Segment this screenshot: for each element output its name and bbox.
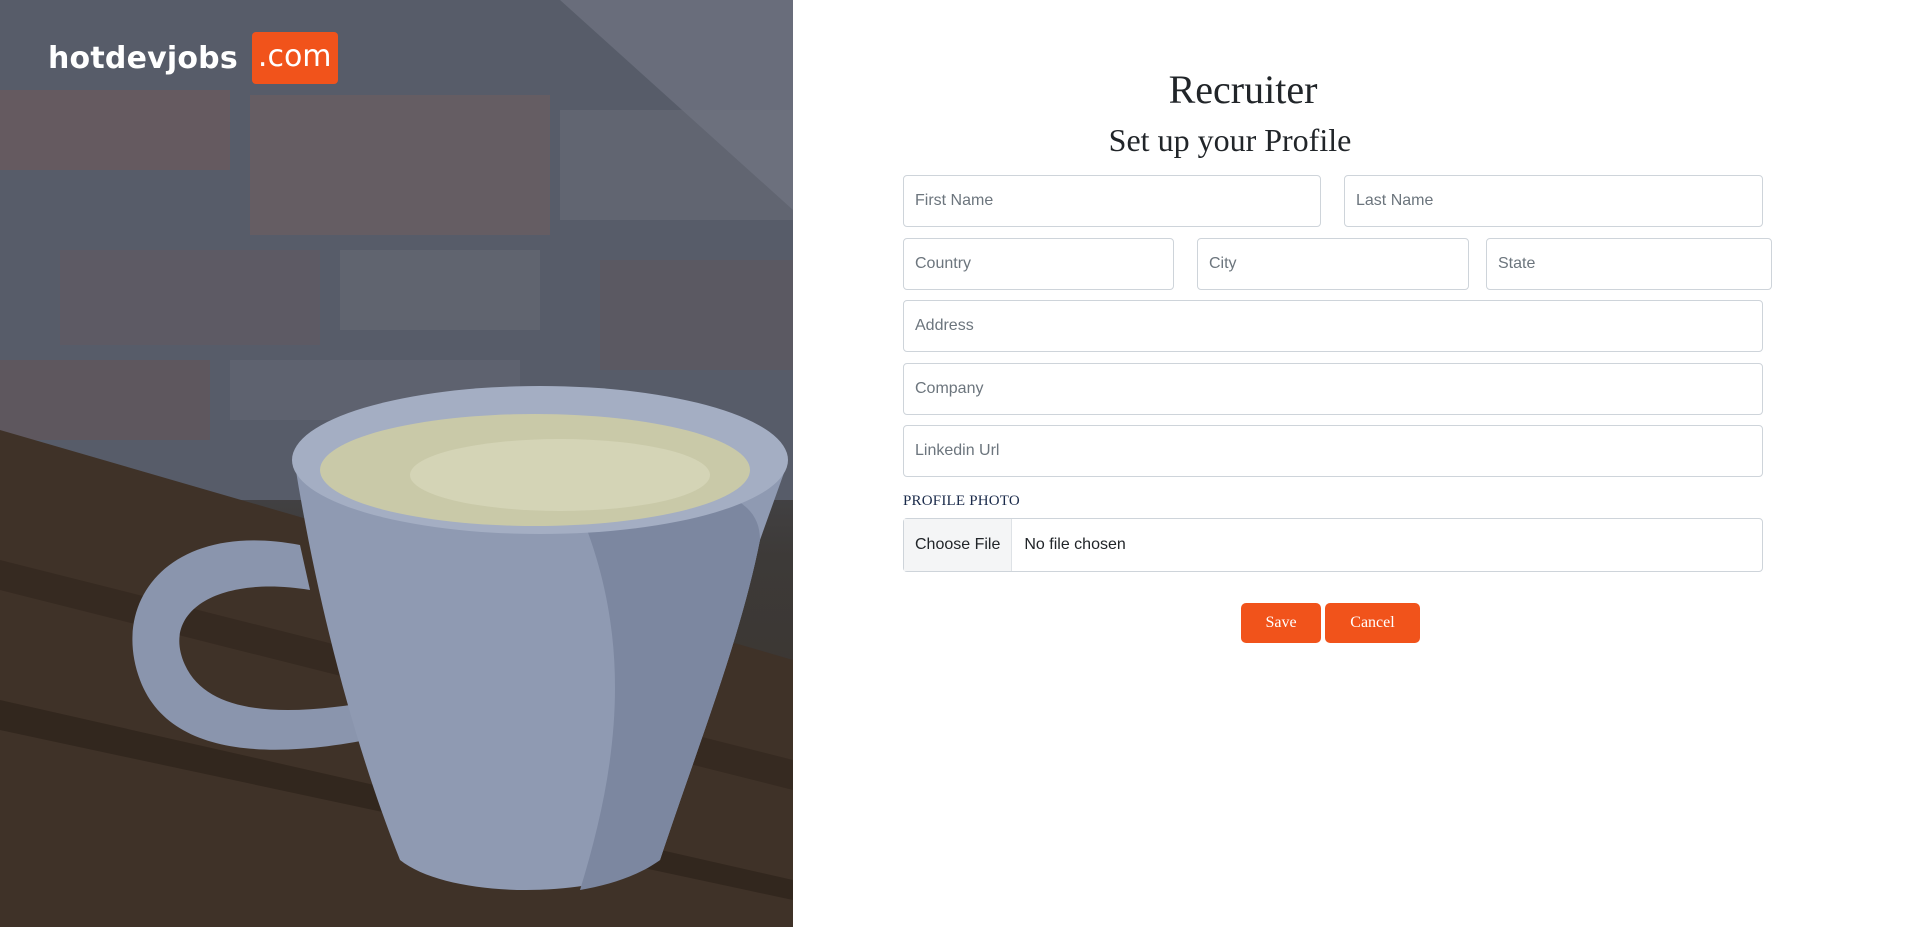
coffee-cup-photo [0,0,793,927]
page-title: Recruiter [1168,67,1318,112]
cancel-button[interactable]: Cancel [1325,603,1420,643]
choose-file-button[interactable]: Choose File [904,519,1013,571]
company-input[interactable] [903,363,1763,415]
linkedin-url-input[interactable] [903,425,1763,477]
hero-photo-panel: hotdevjobs .com [0,0,793,927]
brand-name: hotdevjobs [48,40,238,76]
country-input[interactable] [903,238,1174,290]
last-name-input[interactable] [1344,175,1763,227]
state-input[interactable] [1486,238,1772,290]
brand-badge: .com [251,32,338,84]
city-input[interactable] [1197,238,1469,290]
save-button[interactable]: Save [1241,603,1321,643]
page-subtitle: Set up your Profile [1108,122,1352,158]
address-input[interactable] [903,300,1763,352]
profile-form-panel: Recruiter Set up your Profile PROFILE PH… [793,0,1920,927]
profile-photo-label: PROFILE PHOTO [903,493,1020,509]
brand-logo[interactable]: hotdevjobs .com [48,32,338,84]
profile-photo-file-input[interactable]: Choose File No file chosen [903,518,1763,572]
first-name-input[interactable] [903,175,1321,227]
file-status-text: No file chosen [1024,536,1126,553]
